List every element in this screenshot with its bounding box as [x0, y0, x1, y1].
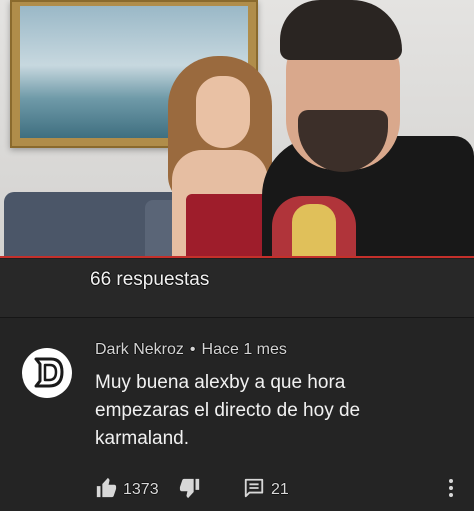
shirt-print-detail — [292, 204, 336, 258]
thumbs-up-icon — [96, 477, 117, 498]
reply-button[interactable] — [243, 476, 265, 500]
more-vertical-icon — [449, 479, 453, 497]
comment-text: Muy buena alexby a que hora empezaras el… — [95, 372, 361, 449]
reply-count: 21 — [271, 481, 289, 498]
thumbs-down-icon — [179, 478, 200, 499]
avatar[interactable] — [22, 348, 72, 398]
like-count: 1373 — [123, 481, 159, 498]
comment-icon — [244, 478, 264, 498]
like-button[interactable] — [95, 476, 117, 500]
avatar-logo-icon — [34, 357, 64, 388]
video-progress-bar[interactable] — [0, 256, 474, 258]
meta-separator: • — [189, 341, 196, 358]
replies-header: 66 respuestas — [0, 259, 474, 318]
more-options-button[interactable] — [447, 476, 455, 500]
woman-dress — [186, 194, 268, 258]
replies-count-label: 66 respuestas — [90, 269, 210, 290]
comment-meta: Dark Nekroz • Hace 1 mes — [95, 341, 287, 359]
dislike-button[interactable] — [179, 476, 201, 500]
woman-face — [196, 76, 250, 148]
comment-time: Hace 1 mes — [201, 341, 287, 358]
comment-item: Dark Nekroz • Hace 1 mes Muy buena alexby … — [0, 318, 474, 511]
video-thumbnail[interactable] — [0, 0, 474, 258]
comment-author[interactable]: Dark Nekroz — [95, 341, 184, 358]
comment-actions: 1373 21 — [95, 476, 465, 502]
